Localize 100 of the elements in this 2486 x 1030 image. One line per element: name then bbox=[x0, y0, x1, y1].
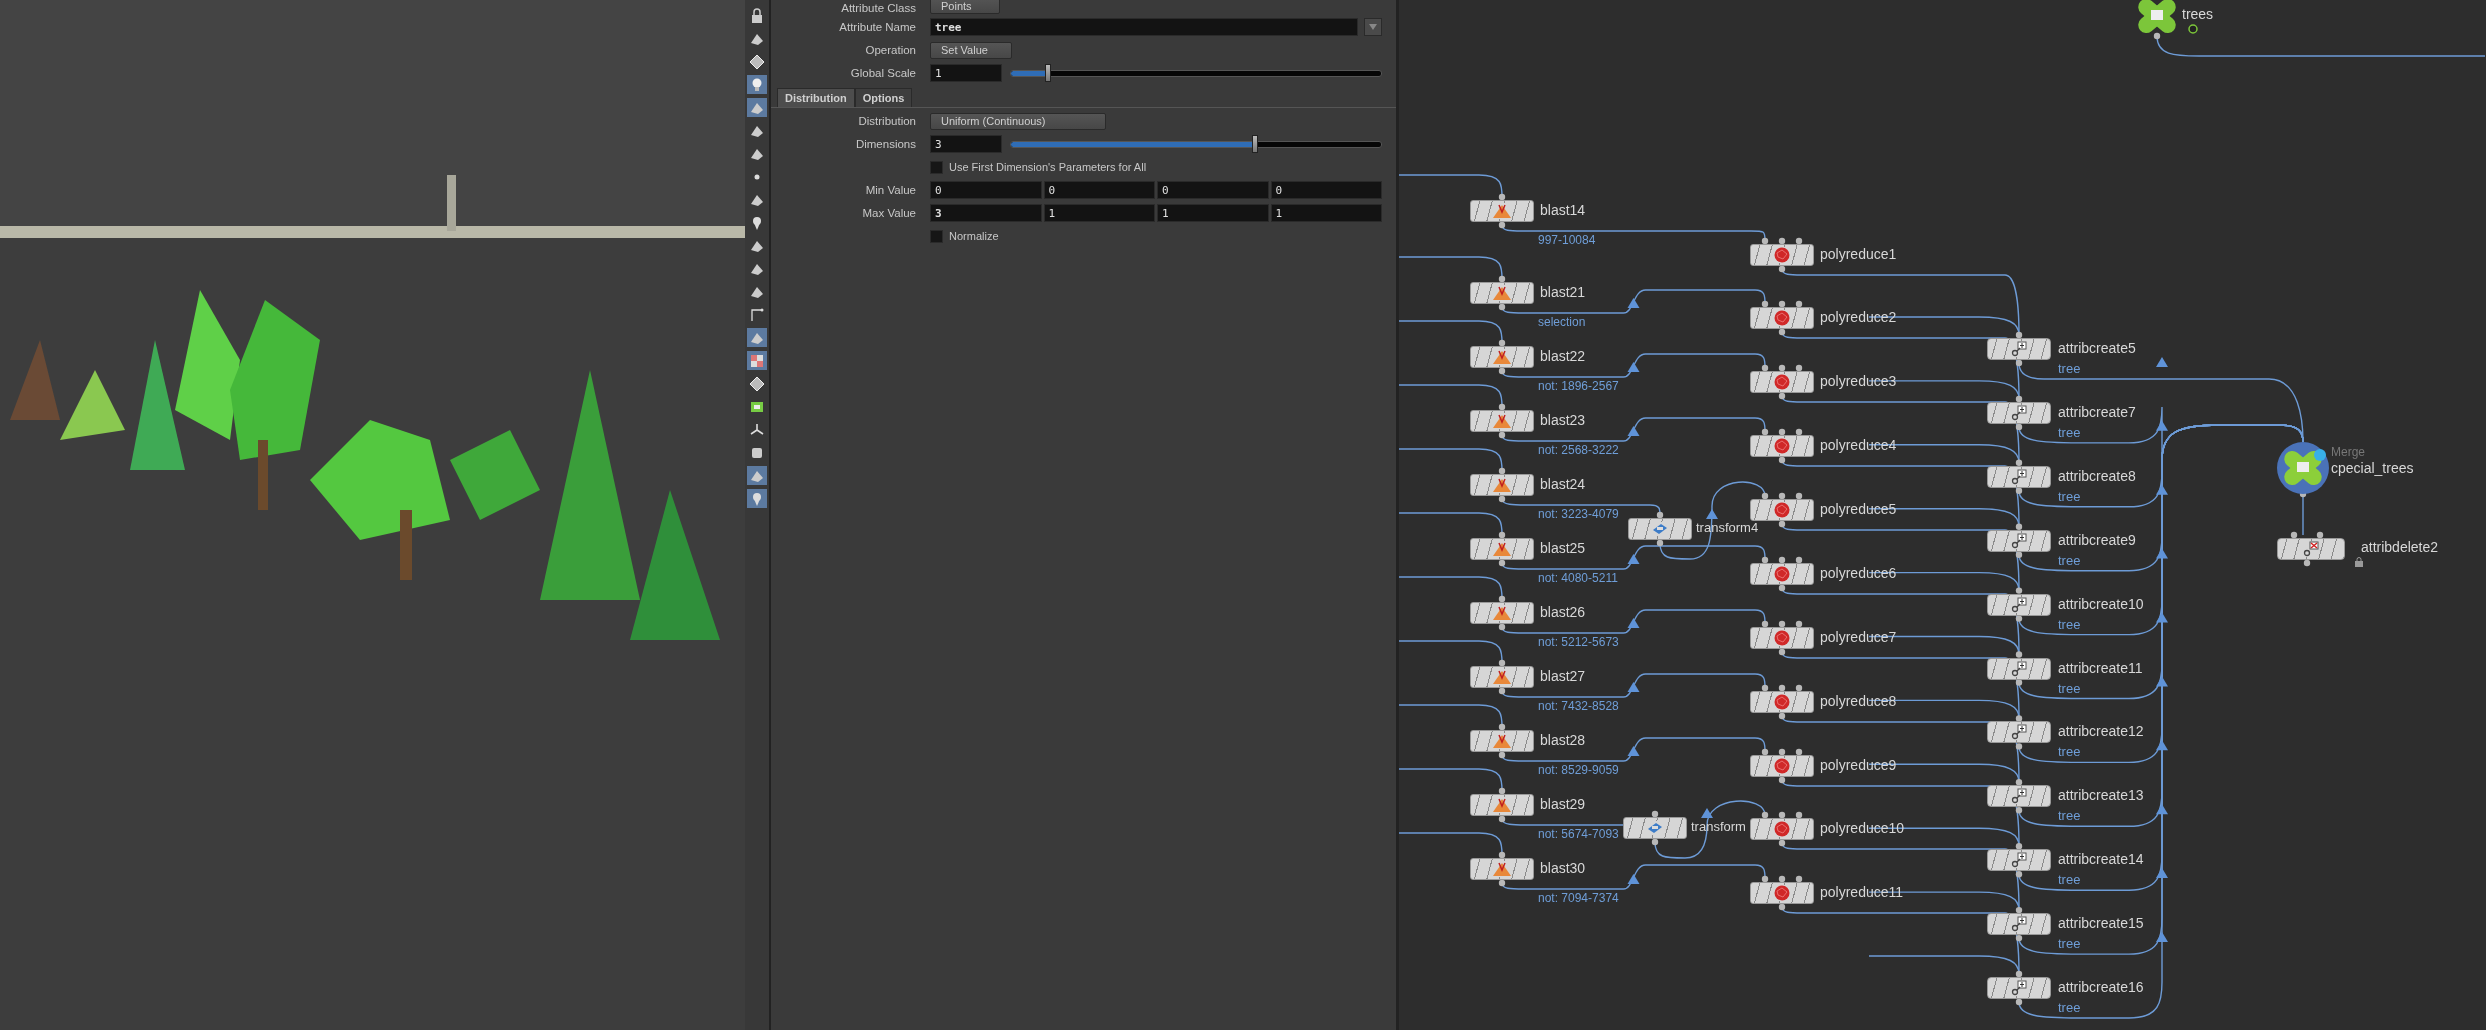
menu-button[interactable]: Uniform (Continuous) bbox=[930, 112, 1106, 130]
attribcreate-node[interactable] bbox=[1987, 338, 2051, 360]
node-port[interactable] bbox=[1778, 748, 1786, 756]
node-port[interactable] bbox=[1498, 193, 1506, 201]
blast-node[interactable] bbox=[1470, 282, 1534, 304]
menu-button[interactable]: Points bbox=[930, 0, 1000, 14]
polyreduce-node[interactable] bbox=[1750, 627, 1814, 649]
node-port[interactable] bbox=[1498, 723, 1506, 731]
tool-button[interactable] bbox=[747, 374, 767, 393]
node-port[interactable] bbox=[1498, 367, 1506, 375]
polyreduce-node[interactable] bbox=[1750, 307, 1814, 329]
node-port[interactable] bbox=[1498, 687, 1506, 695]
slider-handle[interactable] bbox=[1252, 134, 1259, 153]
polyreduce-node[interactable] bbox=[1750, 244, 1814, 266]
blast-node[interactable] bbox=[1470, 200, 1534, 222]
node-port[interactable] bbox=[1778, 684, 1786, 692]
node-port[interactable] bbox=[1778, 237, 1786, 245]
node-port[interactable] bbox=[1498, 623, 1506, 631]
polyreduce-node[interactable] bbox=[1750, 818, 1814, 840]
node-port[interactable] bbox=[2015, 459, 2023, 466]
node-port[interactable] bbox=[1761, 748, 1769, 756]
blast-node[interactable] bbox=[1470, 346, 1534, 368]
node-port[interactable] bbox=[2316, 531, 2324, 539]
polyreduce-node[interactable] bbox=[1750, 435, 1814, 457]
node-port[interactable] bbox=[1498, 531, 1506, 539]
node-port[interactable] bbox=[1761, 684, 1769, 692]
polyreduce-node[interactable] bbox=[1750, 882, 1814, 904]
checkbox[interactable] bbox=[930, 160, 943, 174]
node-port[interactable] bbox=[2015, 998, 2023, 1006]
node-port[interactable] bbox=[1761, 875, 1769, 883]
node-port[interactable] bbox=[1498, 275, 1506, 283]
checkbox[interactable] bbox=[930, 229, 943, 243]
node-port[interactable] bbox=[1498, 559, 1506, 567]
node-port[interactable] bbox=[1778, 556, 1786, 564]
node-port[interactable] bbox=[1651, 810, 1659, 818]
blast-node[interactable] bbox=[1470, 474, 1534, 496]
node-port[interactable] bbox=[1778, 811, 1786, 819]
node-port[interactable] bbox=[1761, 556, 1769, 564]
number-field[interactable]: 3 bbox=[930, 135, 1002, 153]
attribcreate-node[interactable] bbox=[1987, 785, 2051, 808]
attribdelete-node[interactable] bbox=[2277, 538, 2345, 560]
node-port[interactable] bbox=[2015, 906, 2023, 914]
node-port[interactable] bbox=[2015, 331, 2023, 339]
node-port[interactable] bbox=[1795, 684, 1803, 692]
node-port[interactable] bbox=[1498, 467, 1506, 475]
blast-node[interactable] bbox=[1470, 730, 1534, 752]
number-field[interactable]: 1 bbox=[1043, 204, 1155, 222]
polyreduce-node[interactable] bbox=[1750, 563, 1814, 585]
number-field[interactable]: 1 bbox=[1157, 204, 1269, 222]
node-port[interactable] bbox=[1778, 364, 1786, 372]
number-field[interactable]: 1 bbox=[1270, 204, 1382, 222]
blast-node[interactable] bbox=[1470, 794, 1534, 816]
node-port[interactable] bbox=[1498, 221, 1506, 229]
node-port[interactable] bbox=[1778, 903, 1786, 911]
node-port[interactable] bbox=[2015, 523, 2023, 530]
node-port[interactable] bbox=[1778, 300, 1786, 308]
node-port[interactable] bbox=[1778, 492, 1786, 500]
node-port[interactable] bbox=[1656, 511, 1664, 519]
attribcreate-node[interactable] bbox=[1987, 721, 2051, 744]
node-port[interactable] bbox=[1795, 748, 1803, 756]
node-port[interactable] bbox=[1778, 839, 1786, 847]
node-port[interactable] bbox=[2153, 32, 2161, 40]
node-port[interactable] bbox=[2015, 970, 2023, 978]
node-port[interactable] bbox=[1761, 492, 1769, 500]
node-port[interactable] bbox=[1778, 776, 1786, 784]
node-port[interactable] bbox=[1778, 328, 1786, 336]
number-field[interactable]: 0 bbox=[1270, 181, 1382, 199]
node-port[interactable] bbox=[1498, 303, 1506, 311]
node-port[interactable] bbox=[2015, 871, 2023, 878]
node-port[interactable] bbox=[1778, 620, 1786, 628]
number-field[interactable]: 0 bbox=[1043, 181, 1155, 199]
polyreduce-node[interactable] bbox=[1750, 755, 1814, 777]
blast-node[interactable] bbox=[1470, 602, 1534, 624]
node-port[interactable] bbox=[1761, 620, 1769, 628]
node-port[interactable] bbox=[1498, 787, 1506, 795]
node-port[interactable] bbox=[2015, 934, 2023, 942]
node-port[interactable] bbox=[2015, 423, 2023, 431]
slider-handle[interactable] bbox=[1045, 63, 1051, 82]
node-port[interactable] bbox=[1498, 403, 1506, 411]
node-port[interactable] bbox=[1778, 712, 1786, 720]
node-port[interactable] bbox=[2015, 587, 2023, 594]
node-port[interactable] bbox=[1761, 364, 1769, 372]
node-port[interactable] bbox=[2290, 531, 2298, 539]
node-port[interactable] bbox=[2015, 487, 2023, 494]
node-port[interactable] bbox=[1795, 300, 1803, 308]
node-port[interactable] bbox=[2015, 679, 2023, 686]
node-port[interactable] bbox=[1795, 620, 1803, 628]
node-port[interactable] bbox=[2303, 559, 2311, 567]
node-port[interactable] bbox=[1795, 492, 1803, 500]
node-port[interactable] bbox=[1795, 875, 1803, 883]
node-port[interactable] bbox=[1498, 851, 1506, 859]
node-port[interactable] bbox=[1761, 237, 1769, 245]
node-port[interactable] bbox=[2015, 715, 2023, 722]
polyreduce-node[interactable] bbox=[1750, 371, 1814, 393]
merge-node[interactable] bbox=[2276, 441, 2330, 495]
menu-button[interactable]: Set Value bbox=[930, 41, 1012, 59]
number-field[interactable]: 0 bbox=[1157, 181, 1269, 199]
node-port[interactable] bbox=[2015, 779, 2023, 786]
node-port[interactable] bbox=[1795, 364, 1803, 372]
node-port[interactable] bbox=[2015, 843, 2023, 850]
